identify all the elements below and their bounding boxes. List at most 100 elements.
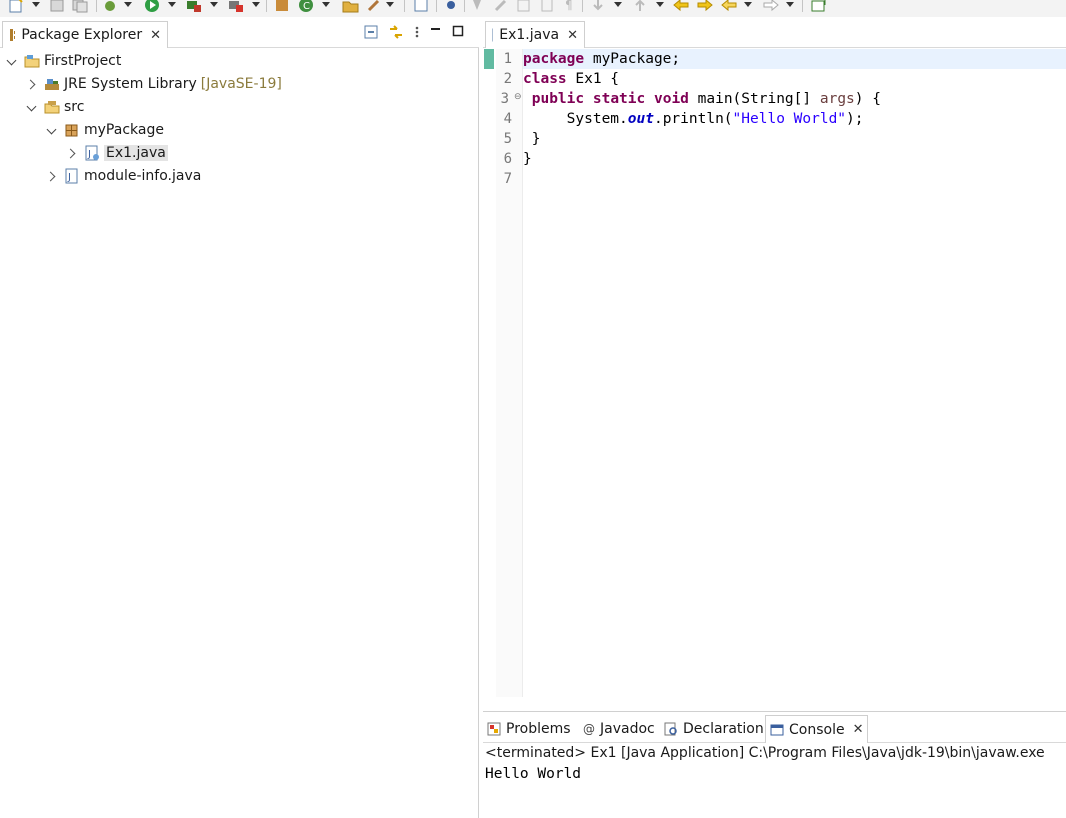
- chevron-down-icon[interactable]: [46, 124, 58, 136]
- tree-item-label: FirstProject: [44, 53, 122, 69]
- coverage-dropdown-icon[interactable]: [210, 2, 218, 7]
- next-annotation-dropdown-icon[interactable]: [614, 2, 622, 7]
- code-editor[interactable]: 1 2 3 ⊖ 4 5 6 7 package myPackage; class …: [483, 49, 1066, 739]
- new-class-dropdown-icon[interactable]: [322, 2, 330, 7]
- tree-item-jre-system-library[interactable]: JRE System Library [JavaSE-19]: [26, 73, 282, 95]
- new-icon[interactable]: [8, 0, 24, 13]
- pilcrow-icon[interactable]: ¶: [564, 0, 576, 13]
- external-tools-dropdown-icon[interactable]: [252, 2, 260, 7]
- console-output[interactable]: Hello World: [485, 766, 581, 782]
- maximize-icon[interactable]: [452, 25, 464, 39]
- code-token: public: [531, 91, 585, 107]
- run-icon[interactable]: [144, 0, 160, 13]
- tree-item-ex1-java[interactable]: J Ex1.java: [66, 142, 168, 164]
- save-icon[interactable]: [50, 0, 64, 13]
- chevron-right-icon[interactable]: [26, 78, 38, 90]
- tree-item-firstproject[interactable]: FirstProject: [6, 50, 121, 72]
- breakpoint-icon[interactable]: [444, 0, 458, 13]
- code-line[interactable]: package myPackage;: [523, 49, 1066, 69]
- line-number: 2: [503, 71, 512, 87]
- show-whitespace-icon[interactable]: [516, 0, 532, 13]
- save-all-icon[interactable]: [72, 0, 88, 13]
- line-number: 4: [503, 111, 512, 127]
- collapse-all-icon[interactable]: [364, 25, 378, 39]
- new-dropdown-icon[interactable]: [32, 2, 40, 7]
- toolbar-separator: [802, 0, 803, 12]
- main-toolbar: C ¶: [0, 0, 1066, 17]
- svg-text:J: J: [67, 172, 71, 183]
- toggle-block-select-icon[interactable]: [494, 0, 508, 13]
- package-explorer-panel: Package Explorer ✕ FirstProject JRE Syst…: [0, 17, 479, 818]
- java-file-icon: J: [65, 168, 78, 184]
- minimize-icon[interactable]: [430, 25, 442, 39]
- tab-console[interactable]: Console ✕: [765, 715, 869, 743]
- previous-annotation-icon[interactable]: [632, 0, 648, 13]
- forward-dropdown-icon[interactable]: [786, 2, 794, 7]
- run-dropdown-icon[interactable]: [168, 2, 176, 7]
- toolbar-separator: [582, 0, 583, 12]
- new-java-package-icon[interactable]: [274, 0, 290, 13]
- tab-declaration[interactable]: Declaration: [660, 715, 768, 743]
- back-icon[interactable]: [720, 0, 738, 13]
- tab-package-explorer[interactable]: Package Explorer ✕: [2, 21, 168, 48]
- toggle-console-icon[interactable]: [414, 0, 428, 13]
- tree-item-mypackage[interactable]: myPackage: [46, 119, 164, 141]
- chevron-down-icon[interactable]: [6, 55, 18, 67]
- view-actions: [364, 25, 464, 39]
- tab-problems[interactable]: Problems: [483, 715, 575, 743]
- java-file-icon: J: [492, 28, 494, 42]
- debug-icon[interactable]: [102, 0, 118, 13]
- view-menu-icon[interactable]: [414, 25, 420, 39]
- chevron-down-icon[interactable]: [26, 101, 38, 113]
- search-icon[interactable]: [366, 0, 382, 13]
- code-token: void: [653, 91, 689, 107]
- tab-javadoc[interactable]: @ Javadoc: [579, 715, 659, 743]
- chevron-right-icon[interactable]: [46, 170, 58, 182]
- declaration-icon: [664, 722, 677, 736]
- bottom-tabbar: Problems @ Javadoc Declaration Console ✕: [483, 712, 1066, 743]
- code-token: static: [592, 91, 646, 107]
- search-dropdown-icon[interactable]: [386, 2, 394, 7]
- tree-item-label: Ex1.java: [104, 145, 168, 161]
- toggle-mark-occurrences-icon[interactable]: [470, 0, 486, 13]
- close-icon[interactable]: ✕: [567, 29, 578, 42]
- pin-editor-icon[interactable]: [810, 0, 828, 13]
- console-status: <terminated> Ex1 [Java Application] C:\P…: [485, 745, 1045, 761]
- back-dropdown-icon[interactable]: [744, 2, 752, 7]
- toolbar-separator: [436, 0, 437, 12]
- code-token: package: [523, 51, 585, 67]
- code-line[interactable]: class Ex1 {: [523, 69, 1066, 89]
- line-number-gutter: 1 2 3 ⊖ 4 5 6 7: [496, 49, 523, 697]
- code-line[interactable]: System.out.println("Hello World");: [523, 109, 1066, 129]
- external-tools-icon[interactable]: [228, 0, 244, 13]
- tab-label: Javadoc: [600, 721, 655, 737]
- tree-item-src[interactable]: src: [26, 96, 84, 118]
- link-with-editor-icon[interactable]: [388, 25, 404, 39]
- code-line[interactable]: }: [523, 149, 1066, 169]
- close-icon[interactable]: ✕: [150, 29, 161, 42]
- code-line[interactable]: }: [523, 129, 1066, 149]
- fold-collapse-icon[interactable]: ⊖: [514, 92, 522, 102]
- code-token: .println(: [653, 111, 733, 127]
- new-java-class-icon[interactable]: C: [298, 0, 314, 13]
- next-annotation-icon[interactable]: [590, 0, 606, 13]
- forward-icon[interactable]: [762, 0, 780, 13]
- open-type-icon[interactable]: [342, 0, 360, 13]
- tree-item-label: src: [64, 99, 85, 115]
- tab-label: Package Explorer: [21, 27, 143, 43]
- tab-ex1-java[interactable]: J Ex1.java ✕: [485, 21, 585, 48]
- chevron-right-icon[interactable]: [66, 147, 78, 159]
- debug-dropdown-icon[interactable]: [124, 2, 132, 7]
- last-edit-location-icon[interactable]: [672, 0, 690, 13]
- problems-icon: [487, 722, 501, 736]
- code-token: class: [523, 71, 567, 87]
- code-line[interactable]: [523, 169, 1066, 189]
- tree-item-module-info-java[interactable]: J module-info.java: [46, 165, 201, 187]
- word-wrap-icon[interactable]: [540, 0, 554, 13]
- previous-annotation-dropdown-icon[interactable]: [656, 2, 664, 7]
- close-icon[interactable]: ✕: [853, 723, 864, 736]
- coverage-icon[interactable]: [186, 0, 202, 13]
- code-line[interactable]: public static void main(String[] args) {: [523, 89, 1066, 109]
- forward-edit-icon[interactable]: [696, 0, 714, 13]
